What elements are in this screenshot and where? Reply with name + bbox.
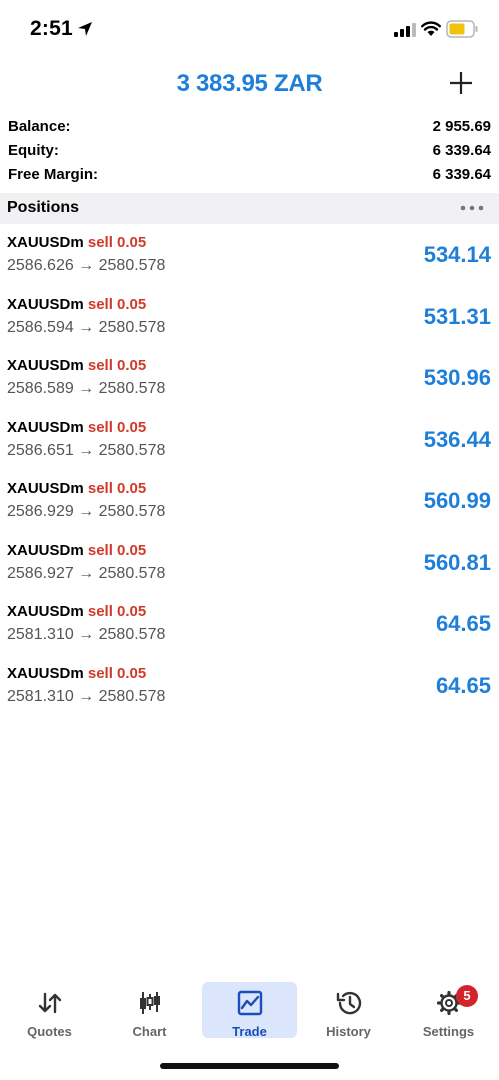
candlestick-chart-icon bbox=[139, 992, 160, 1014]
position-symbol: XAUUSDm bbox=[7, 357, 84, 374]
position-symbol: XAUUSDm bbox=[7, 295, 84, 313]
position-side: sell 0.05 bbox=[87, 664, 147, 682]
position-side: sell 0.05 bbox=[87, 234, 147, 251]
position-side: sell 0.05 bbox=[87, 418, 147, 436]
positions-title: Positions bbox=[7, 199, 80, 216]
position-profit: 531.31 bbox=[423, 303, 491, 329]
home-indicator bbox=[160, 1063, 339, 1069]
position-symbol: XAUUSDm bbox=[7, 234, 84, 251]
account-equity-title: 3 383.95 ZAR bbox=[176, 70, 323, 97]
plus-icon[interactable] bbox=[448, 70, 474, 96]
position-prices: 2586.927 → 2580.578 bbox=[7, 564, 166, 582]
quotes-arrows-icon bbox=[38, 992, 61, 1014]
position-symbol: XAUUSDm bbox=[7, 480, 84, 497]
tab-settings[interactable]: 5 Settings bbox=[401, 982, 496, 1039]
position-row[interactable]: XAUUSDm sell 0.05 2586.651 → 2580.578 53… bbox=[0, 409, 499, 471]
tab-trade[interactable]: Trade bbox=[202, 982, 297, 1039]
header: 3 383.95 ZAR bbox=[0, 60, 499, 110]
position-side: sell 0.05 bbox=[87, 541, 147, 559]
tab-history[interactable]: History bbox=[301, 982, 396, 1039]
position-prices: 2586.929 → 2580.578 bbox=[7, 503, 166, 520]
location-arrow-icon bbox=[78, 22, 92, 36]
free-margin-label: Free Margin: bbox=[8, 166, 99, 183]
position-prices: 2581.310 → 2580.578 bbox=[7, 687, 166, 705]
position-prices: 2586.626 → 2580.578 bbox=[7, 257, 166, 274]
position-profit: 560.81 bbox=[423, 549, 491, 575]
position-symbol: XAUUSDm bbox=[7, 418, 84, 436]
tab-quotes[interactable]: Quotes bbox=[2, 982, 97, 1039]
trade-chart-icon bbox=[237, 990, 262, 1016]
position-prices: 2586.589 → 2580.578 bbox=[7, 380, 166, 397]
positions-section-header: Positions bbox=[0, 193, 499, 224]
history-clock-icon bbox=[336, 991, 361, 1015]
position-row[interactable]: XAUUSDm sell 0.05 2586.927 → 2580.578 56… bbox=[0, 532, 499, 594]
position-row[interactable]: XAUUSDm sell 0.05 2581.310 → 2580.578 64… bbox=[0, 655, 499, 717]
tab-chart[interactable]: Chart bbox=[102, 982, 197, 1039]
position-row[interactable]: XAUUSDm sell 0.05 2586.589 → 2580.578 53… bbox=[0, 347, 499, 409]
wifi-icon bbox=[421, 21, 441, 36]
cellular-signal-icon bbox=[394, 23, 416, 37]
position-row[interactable]: XAUUSDm sell 0.05 2586.594 → 2580.578 53… bbox=[0, 286, 499, 348]
balance-row: Balance: 2 955.69 bbox=[0, 116, 499, 140]
position-symbol: XAUUSDm bbox=[7, 603, 84, 620]
position-symbol: XAUUSDm bbox=[7, 664, 84, 682]
tab-history-label: History bbox=[326, 1024, 371, 1039]
free-margin-row: Free Margin: 6 339.64 bbox=[0, 164, 499, 188]
battery-icon bbox=[446, 20, 478, 38]
tab-settings-label: Settings bbox=[422, 1024, 475, 1039]
position-profit: 534.14 bbox=[423, 242, 491, 267]
settings-notification-badge: 5 bbox=[456, 985, 478, 1007]
balance-value: 2 955.69 bbox=[432, 118, 491, 135]
position-row[interactable]: XAUUSDm sell 0.05 2581.310 → 2580.578 64… bbox=[0, 593, 499, 655]
free-margin-value: 6 339.64 bbox=[432, 166, 491, 183]
position-profit: 530.96 bbox=[423, 365, 491, 390]
tab-quotes-label: Quotes bbox=[27, 1024, 72, 1039]
position-profit: 536.44 bbox=[423, 426, 491, 452]
status-bar: 2:51 bbox=[0, 0, 499, 60]
position-prices: 2586.594 → 2580.578 bbox=[7, 318, 166, 336]
equity-label: Equity: bbox=[8, 142, 59, 159]
position-side: sell 0.05 bbox=[87, 295, 147, 313]
position-profit: 560.99 bbox=[423, 488, 491, 513]
position-side: sell 0.05 bbox=[87, 357, 147, 374]
position-profit: 64.65 bbox=[435, 672, 491, 698]
more-dots-icon[interactable] bbox=[459, 199, 485, 217]
position-side: sell 0.05 bbox=[87, 480, 147, 497]
positions-list: XAUUSDm sell 0.05 2586.626 → 2580.578 53… bbox=[0, 224, 499, 716]
balance-label: Balance: bbox=[8, 118, 71, 135]
tab-trade-label: Trade bbox=[232, 1024, 267, 1039]
position-prices: 2586.651 → 2580.578 bbox=[7, 441, 166, 459]
position-prices: 2581.310 → 2580.578 bbox=[7, 626, 166, 643]
position-row[interactable]: XAUUSDm sell 0.05 2586.626 → 2580.578 53… bbox=[0, 224, 499, 286]
account-summary: Balance: 2 955.69 Equity: 6 339.64 Free … bbox=[0, 116, 499, 188]
position-row[interactable]: XAUUSDm sell 0.05 2586.929 → 2580.578 56… bbox=[0, 470, 499, 532]
tab-bar: Quotes Chart Trade History 5 Settings bbox=[0, 980, 499, 1040]
tab-chart-label: Chart bbox=[132, 1024, 167, 1039]
status-time: 2:51 bbox=[30, 17, 73, 40]
position-profit: 64.65 bbox=[435, 611, 491, 636]
position-symbol: XAUUSDm bbox=[7, 541, 84, 559]
equity-row: Equity: 6 339.64 bbox=[0, 140, 499, 164]
position-side: sell 0.05 bbox=[87, 603, 147, 620]
equity-value: 6 339.64 bbox=[432, 142, 491, 159]
